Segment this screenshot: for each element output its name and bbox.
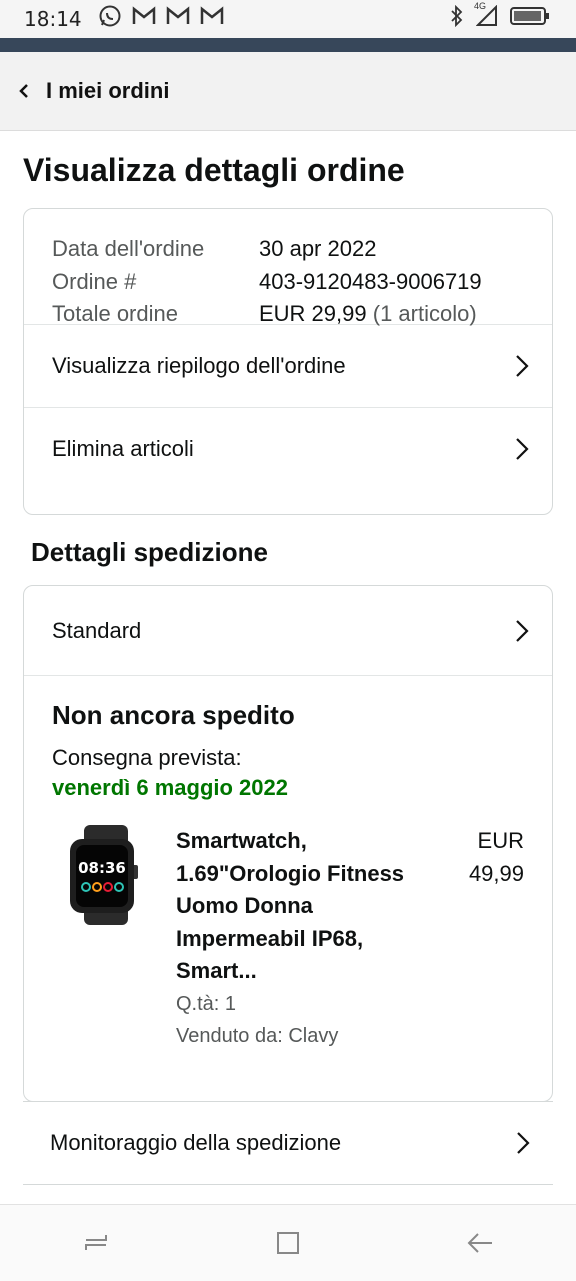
gmail-icon: [166, 6, 190, 32]
gmail-icon: [132, 6, 156, 32]
delivery-estimate-date: venerdì 6 maggio 2022: [52, 775, 288, 800]
order-item-count: (1 articolo): [372, 301, 477, 326]
remove-items-label: Elimina articoli: [52, 435, 194, 461]
item-info: Smartwatch, 1.69"Orologio Fitness Uomo D…: [176, 825, 412, 1053]
track-shipment-label: Monitoraggio della spedizione: [50, 1130, 342, 1155]
status-bar: 18:14 4G: [0, 0, 576, 38]
system-navigation-bar: [0, 1204, 576, 1281]
order-details: Data dell'ordine 30 apr 2022 Ordine # 40…: [24, 209, 552, 326]
order-summary-card: Data dell'ordine 30 apr 2022 Ordine # 40…: [23, 208, 553, 515]
home-icon[interactable]: [258, 1213, 318, 1273]
item-price-amount: 49,99: [468, 860, 524, 886]
item-quantity: Q.tà: 1: [176, 992, 237, 1015]
track-shipment-link[interactable]: Monitoraggio della spedizione: [23, 1101, 553, 1185]
view-order-summary-label: Visualizza riepilogo dell'ordine: [52, 353, 346, 378]
recents-icon[interactable]: [66, 1213, 126, 1273]
app-header-strip: [0, 38, 576, 52]
chevron-right-icon: [514, 353, 530, 379]
back-icon[interactable]: [450, 1213, 510, 1273]
view-order-summary-link[interactable]: Visualizza riepilogo dell'ordine: [24, 325, 552, 407]
order-number-value: 403-9120483-9006719: [259, 268, 482, 294]
chevron-right-icon: [515, 1130, 531, 1156]
gmail-icon: [200, 6, 224, 32]
shipment-card: Standard Non ancora spedito Consegna pre…: [23, 585, 553, 1102]
signal-icon: 4G: [474, 1, 498, 33]
whatsapp-icon: [98, 4, 122, 34]
network-type: 4G: [474, 1, 487, 11]
order-date-value: 30 apr 2022: [259, 236, 377, 261]
bluetooth-icon: [450, 4, 464, 33]
chevron-left-icon[interactable]: [18, 80, 40, 102]
order-total-label: Totale ordine: [52, 301, 178, 326]
order-total-value: EUR 29,99: [259, 301, 367, 326]
watch-face-time: 08:36: [78, 859, 126, 877]
order-total-row: Totale ordine EUR 29,99 (1 articolo): [52, 298, 524, 331]
shipping-section-title: Dettagli spedizione: [31, 537, 268, 567]
item-price: EUR 49,99: [444, 825, 524, 1053]
back-nav[interactable]: I miei ordini: [0, 52, 576, 131]
item-seller: Venduto da: Clavy: [176, 1025, 339, 1047]
order-date-label: Data dell'ordine: [52, 236, 205, 261]
battery-icon: [510, 6, 550, 32]
status-time: 18:14: [24, 7, 82, 31]
shipping-method-link[interactable]: Standard: [24, 586, 552, 676]
order-date-row: Data dell'ordine 30 apr 2022: [52, 233, 524, 266]
product-image[interactable]: 08:36: [60, 825, 154, 925]
chevron-right-icon: [514, 436, 530, 462]
delivery-estimate-label: Consegna prevista:: [52, 745, 242, 770]
page-title: Visualizza dettagli ordine: [23, 152, 405, 188]
order-number-row: Ordine # 403-9120483-9006719: [52, 266, 524, 299]
shipping-method-label: Standard: [52, 617, 142, 643]
item-title[interactable]: Smartwatch, 1.69"Orologio Fitness Uomo D…: [176, 825, 412, 988]
shipment-details: Non ancora spedito Consegna prevista: ve…: [24, 676, 552, 1053]
remove-items-link[interactable]: Elimina articoli: [24, 407, 552, 489]
order-item[interactable]: 08:36 Smartwatch, 1.69"Orologio Fitness …: [52, 825, 524, 1053]
item-price-currency: EUR: [477, 828, 524, 853]
shipment-status: Non ancora spedito: [52, 700, 295, 730]
chevron-right-icon: [514, 618, 530, 644]
back-link-label[interactable]: I miei ordini: [46, 78, 169, 104]
order-number-label: Ordine #: [52, 268, 137, 294]
